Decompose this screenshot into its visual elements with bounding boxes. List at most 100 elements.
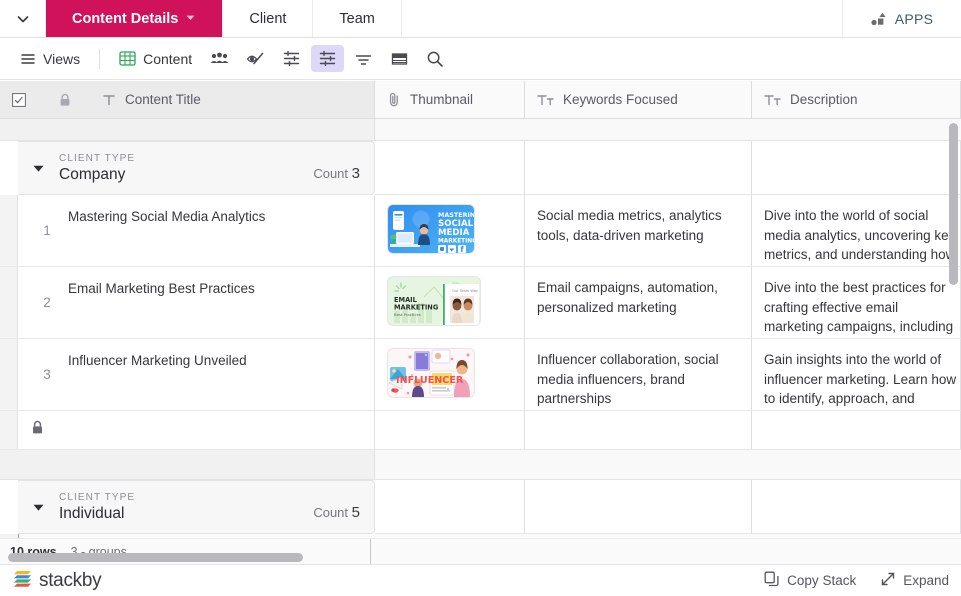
cell-content-title[interactable]: 1 Mastering Social Media Analytics: [18, 195, 375, 266]
group-spacer-middle: [0, 450, 961, 480]
column-header-description[interactable]: Description: [752, 81, 961, 118]
brand-name: stackby: [39, 569, 102, 591]
cell-content-title[interactable]: 2 Email Marketing Best Practices: [18, 267, 375, 338]
cell-content-title-text: Influencer Marketing Unveiled: [68, 353, 247, 368]
horizontal-scrollbar[interactable]: [8, 553, 303, 562]
cell-content-title[interactable]: 3 Influencer Marketing Unveiled: [18, 339, 375, 410]
group-cell-description: [752, 141, 961, 195]
long-text-icon: [764, 93, 781, 107]
group-count-label: Count: [313, 166, 349, 181]
group-spacer-left: [0, 450, 375, 479]
sort-button[interactable]: [347, 46, 380, 72]
cell-keywords-focused[interactable]: Email campaigns, automation, personalize…: [525, 267, 752, 338]
row-gutter: [0, 339, 18, 410]
cell-thumbnail[interactable]: EMAIL MARKETING Best Practices Our Team …: [375, 267, 525, 338]
group-header-company-cells: [375, 141, 961, 195]
brand[interactable]: stackby: [12, 567, 102, 594]
group-cell-description: [752, 480, 961, 534]
copy-stack-label: Copy Stack: [787, 573, 857, 588]
group-button[interactable]: [311, 45, 345, 72]
view-toolbar: Views Content: [0, 38, 961, 80]
column-header-keywords-focused-label: Keywords Focused: [563, 92, 678, 107]
row-number: 2: [43, 294, 51, 310]
svg-text:INFLUENCER: INFLUENCER: [396, 375, 464, 386]
lock-icon: [59, 93, 71, 107]
email-marketing-best-practices-thumbnail[interactable]: EMAIL MARKETING Best Practices Our Team …: [387, 276, 481, 326]
add-cell-keywords: [525, 411, 752, 449]
mastering-social-media-marketing-thumbnail[interactable]: MASTERING SOCIAL MEDIA MARKETING f: [387, 204, 475, 254]
group-header-company-left[interactable]: Client Type Company Count 3: [18, 141, 375, 195]
collaborators-button[interactable]: [203, 46, 236, 72]
hide-fields-button[interactable]: [239, 46, 272, 72]
influencer-marketing-thumbnail[interactable]: INFLUENCER: [387, 348, 475, 398]
column-header-thumbnail[interactable]: Thumbnail: [375, 81, 525, 118]
table-row[interactable]: 1 Mastering Social Media Analytics MASTE…: [0, 195, 961, 267]
column-header-content-title-label: Content Title: [125, 92, 201, 107]
table-row[interactable]: 3 Influencer Marketing Unveiled INFLUENC…: [0, 339, 961, 411]
group-header-individual-left[interactable]: Client Type Individual Count 5: [18, 480, 375, 534]
group-count-value: 5: [351, 504, 360, 521]
add-record-left[interactable]: [18, 411, 375, 449]
group-cell-thumbnail: [375, 141, 525, 195]
description-line: crafting effective email: [764, 299, 899, 315]
group-field-label: Client Type: [59, 491, 136, 503]
search-button[interactable]: [419, 45, 451, 73]
cell-description[interactable]: Dive into the best practices for craftin…: [752, 267, 961, 338]
group-count: Count 5: [313, 504, 360, 521]
description-line: to identify, approach, and: [764, 391, 915, 407]
grid-header-row: Content Title Thumbnail Keywords Focused…: [0, 81, 961, 119]
toolbar-divider: [99, 48, 101, 69]
tab-team[interactable]: Team: [313, 0, 402, 37]
column-header-description-label: Description: [790, 92, 858, 107]
column-header-keywords-focused[interactable]: Keywords Focused: [525, 81, 752, 118]
stackby-grid-app: Content Details Client Team APPS Views C…: [0, 0, 961, 596]
chevron-down-icon: [17, 15, 28, 22]
copy-stack-button[interactable]: Copy Stack: [764, 571, 856, 590]
description-line: Dive into the best practices for: [764, 280, 946, 295]
current-view-button[interactable]: Content: [111, 46, 200, 71]
group-header-individual-meta: Client Type Individual: [59, 492, 135, 523]
tab-client[interactable]: Client: [223, 0, 314, 37]
cell-description[interactable]: Dive into the world of social media anal…: [752, 195, 961, 266]
caret-down-icon[interactable]: [185, 11, 196, 27]
apps-label: APPS: [894, 10, 934, 27]
eye-slash-icon: [246, 52, 264, 64]
group-header-individual-cells: [375, 480, 961, 534]
group-header-company[interactable]: Client Type Company Count 3: [0, 141, 961, 195]
tab-content-details[interactable]: Content Details: [46, 0, 224, 37]
add-cell-thumbnail: [375, 411, 525, 449]
cell-keywords-focused[interactable]: Influencer collaboration, social media i…: [525, 339, 752, 410]
table-tabbar: Content Details Client Team APPS: [0, 0, 961, 38]
triangle-down-icon[interactable]: [18, 162, 59, 175]
views-button[interactable]: Views: [12, 47, 88, 71]
copy-icon: [764, 571, 780, 590]
description-line: media analytics, uncovering key: [764, 227, 956, 243]
svg-text:MEDIA: MEDIA: [438, 228, 470, 238]
group-header-individual[interactable]: Client Type Individual Count 5: [0, 480, 961, 534]
filter-button[interactable]: [275, 45, 308, 72]
tabs-dropdown-toggle[interactable]: [0, 0, 46, 37]
grid-icon: [119, 51, 136, 66]
row-height-button[interactable]: [383, 46, 416, 72]
apps-button[interactable]: APPS: [843, 0, 961, 37]
expand-button[interactable]: Expand: [880, 571, 949, 590]
group-count-value: 3: [351, 165, 360, 182]
cell-content-title-text: Email Marketing Best Practices: [68, 281, 255, 296]
cell-thumbnail[interactable]: INFLUENCER: [375, 339, 525, 410]
cell-thumbnail[interactable]: MASTERING SOCIAL MEDIA MARKETING f: [375, 195, 525, 266]
expand-arrows-icon: [880, 571, 896, 590]
column-header-content-title[interactable]: Content Title: [0, 81, 375, 118]
cell-keywords-focused[interactable]: Social media metrics, analytics tools, d…: [525, 195, 752, 266]
vertical-scrollbar[interactable]: [949, 123, 958, 285]
add-record-cells: [375, 411, 961, 449]
checkbox-icon[interactable]: [12, 92, 26, 107]
cell-description[interactable]: Gain insights into the world of influenc…: [752, 339, 961, 410]
table-row[interactable]: 2 Email Marketing Best Practices EMAIL M…: [0, 267, 961, 339]
group-count: Count 3: [313, 165, 360, 182]
group-count-label: Count: [313, 505, 349, 520]
svg-text:MARKETING: MARKETING: [438, 239, 475, 245]
app-footer: stackby Copy Stack Expand: [0, 564, 961, 596]
expand-label: Expand: [903, 573, 949, 588]
add-record-row[interactable]: [0, 411, 961, 450]
triangle-down-icon[interactable]: [18, 501, 59, 514]
